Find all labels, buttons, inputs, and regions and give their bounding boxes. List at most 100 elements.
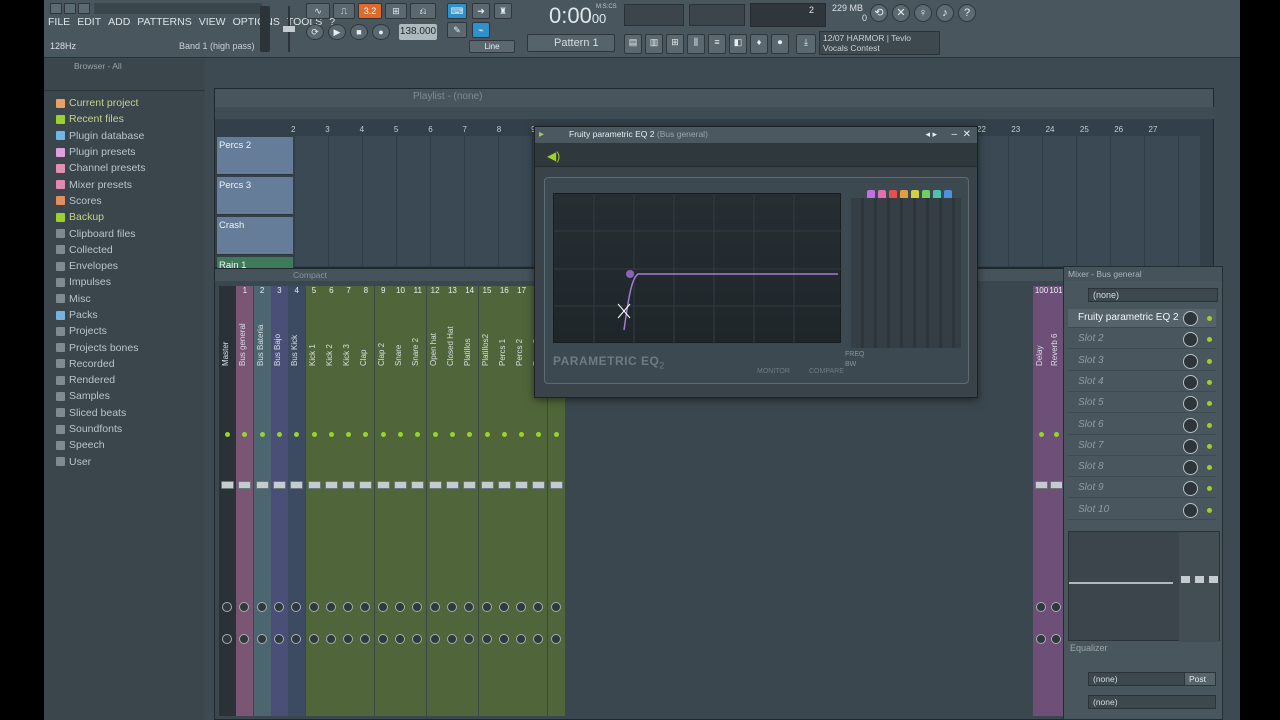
mute-led[interactable] xyxy=(242,432,248,437)
volume-fader[interactable] xyxy=(255,481,269,489)
stereo-knob[interactable] xyxy=(412,634,423,644)
channel-rack-button[interactable]: ⊞ xyxy=(666,34,684,54)
mute-led[interactable] xyxy=(1039,432,1044,437)
enable-led[interactable] xyxy=(1207,443,1212,449)
minimize-icon[interactable]: – xyxy=(951,129,957,140)
mixer-strip[interactable]: 4 Bus Kick xyxy=(288,286,306,716)
menu-options[interactable]: OPTIONS xyxy=(233,16,280,28)
enable-led[interactable] xyxy=(1207,358,1212,364)
enable-led[interactable] xyxy=(1207,337,1212,343)
record-audio-button[interactable]: ⏺ xyxy=(771,34,789,54)
enable-led[interactable] xyxy=(1207,465,1212,471)
track-header[interactable]: Crash xyxy=(217,217,293,255)
blend-notes-button[interactable]: ⊞ xyxy=(385,3,407,19)
stereo-knob[interactable] xyxy=(256,634,267,644)
pan-knob[interactable] xyxy=(291,602,302,612)
undo-icon[interactable]: ⟲ xyxy=(870,4,888,22)
volume-fader[interactable] xyxy=(238,481,252,489)
volume-fader[interactable] xyxy=(1049,481,1063,489)
pan-knob[interactable] xyxy=(412,602,423,612)
enable-led[interactable] xyxy=(1207,316,1212,321)
mute-led[interactable] xyxy=(276,432,282,437)
mixer-strip[interactable]: 5 Kick 1 xyxy=(305,286,323,716)
mute-led[interactable] xyxy=(415,432,421,437)
stereo-knob[interactable] xyxy=(533,634,544,644)
stereo-knob[interactable] xyxy=(1036,634,1046,644)
menu-add[interactable]: ADD xyxy=(108,16,130,28)
pattern-song-toggle[interactable]: ⟳ xyxy=(306,24,324,40)
mixer-strip[interactable]: 1 Bus general xyxy=(236,286,254,716)
mute-led[interactable] xyxy=(536,432,542,437)
volume-fader[interactable] xyxy=(272,481,286,489)
effect-slot[interactable]: Slot 4 xyxy=(1068,373,1216,392)
play-button[interactable]: ▶ xyxy=(328,24,346,40)
plugin-title[interactable]: Fruity parametric EQ 2 (Bus general) xyxy=(535,127,977,143)
volume-fader[interactable] xyxy=(307,481,321,489)
browser-item[interactable]: Backup xyxy=(44,209,205,225)
mix-level-knob[interactable] xyxy=(1183,396,1198,412)
stereo-knob[interactable] xyxy=(308,634,319,644)
mix-level-knob[interactable] xyxy=(1183,502,1198,518)
mixer-strip[interactable]: 6 Kick 2 xyxy=(322,286,340,716)
mixer-strip[interactable]: 13 Closed Hat xyxy=(443,286,461,716)
mixer-strip[interactable]: 3 Bus Bajo xyxy=(270,286,288,716)
maximize-button[interactable] xyxy=(78,3,90,14)
mute-led[interactable] xyxy=(449,432,455,437)
mute-led[interactable] xyxy=(328,432,334,437)
volume-fader[interactable] xyxy=(411,481,425,489)
mix-level-knob[interactable] xyxy=(1183,481,1198,497)
pan-knob[interactable] xyxy=(377,602,388,612)
browser-item[interactable]: Scores xyxy=(44,193,205,209)
pan-knob[interactable] xyxy=(395,602,405,612)
mute-led[interactable] xyxy=(553,432,559,437)
mixer-strip[interactable]: 15 Platillos2 xyxy=(478,286,496,716)
pan-knob[interactable] xyxy=(429,602,440,612)
mixer-strip[interactable]: 9 Clap 2 xyxy=(374,286,392,716)
stereo-knob[interactable] xyxy=(550,634,561,644)
browser-item[interactable]: Clipboard files xyxy=(44,225,205,241)
preset-arrows-icon[interactable]: ◂ ▸ xyxy=(925,129,937,140)
loop-record-button[interactable]: ⎌ xyxy=(410,3,436,19)
enable-led[interactable] xyxy=(1207,422,1212,428)
mixer-strip[interactable]: 10 Snare xyxy=(392,286,409,716)
pan-knob[interactable] xyxy=(308,602,319,612)
effect-slot[interactable]: Slot 5 xyxy=(1068,394,1216,414)
stereo-knob[interactable] xyxy=(343,634,354,644)
volume-fader[interactable] xyxy=(290,481,304,489)
mix-level-knob[interactable] xyxy=(1183,332,1198,348)
master-volume-slider[interactable] xyxy=(260,6,270,52)
stereo-knob[interactable] xyxy=(516,634,527,644)
stereo-knob[interactable] xyxy=(291,634,302,644)
enable-led[interactable] xyxy=(1207,507,1212,513)
stereo-knob[interactable] xyxy=(481,634,492,644)
metronome-button[interactable]: ∿ xyxy=(306,3,330,19)
stereo-knob[interactable] xyxy=(429,634,440,644)
browser-item[interactable]: Misc xyxy=(44,291,205,307)
browser-item[interactable]: Speech xyxy=(44,437,205,453)
stereo-knob[interactable] xyxy=(222,634,232,644)
volume-fader[interactable] xyxy=(1035,481,1048,489)
browser-item[interactable]: Recorded xyxy=(44,356,205,372)
browser-button[interactable]: ≡ xyxy=(708,34,726,54)
stereo-knob[interactable] xyxy=(360,634,371,644)
pan-knob[interactable] xyxy=(360,602,371,612)
enable-led[interactable] xyxy=(1207,379,1212,385)
mute-led[interactable] xyxy=(1053,432,1059,437)
help-icon[interactable]: ? xyxy=(958,4,976,22)
browser-item[interactable]: Projects xyxy=(44,323,205,339)
browser-item[interactable]: Packs xyxy=(44,307,205,323)
pan-knob[interactable] xyxy=(1036,602,1046,612)
browser-item[interactable]: Rendered xyxy=(44,372,205,388)
effect-slot[interactable]: Slot 2 xyxy=(1068,330,1216,350)
pan-knob[interactable] xyxy=(1050,602,1061,612)
band-gain-sliders[interactable] xyxy=(851,198,961,348)
pan-knob[interactable] xyxy=(446,602,457,612)
eq-graph[interactable] xyxy=(553,193,842,344)
browser-item[interactable]: Channel presets xyxy=(44,160,205,176)
browser-item[interactable]: Plugin database xyxy=(44,128,205,144)
effect-slot[interactable]: Slot 6 xyxy=(1068,416,1216,435)
close-icon[interactable]: ✕ xyxy=(963,129,971,140)
stereo-knob[interactable] xyxy=(1050,634,1061,644)
volume-fader[interactable] xyxy=(359,481,373,489)
typing-keyboard-button[interactable]: ⌨ xyxy=(447,3,467,19)
